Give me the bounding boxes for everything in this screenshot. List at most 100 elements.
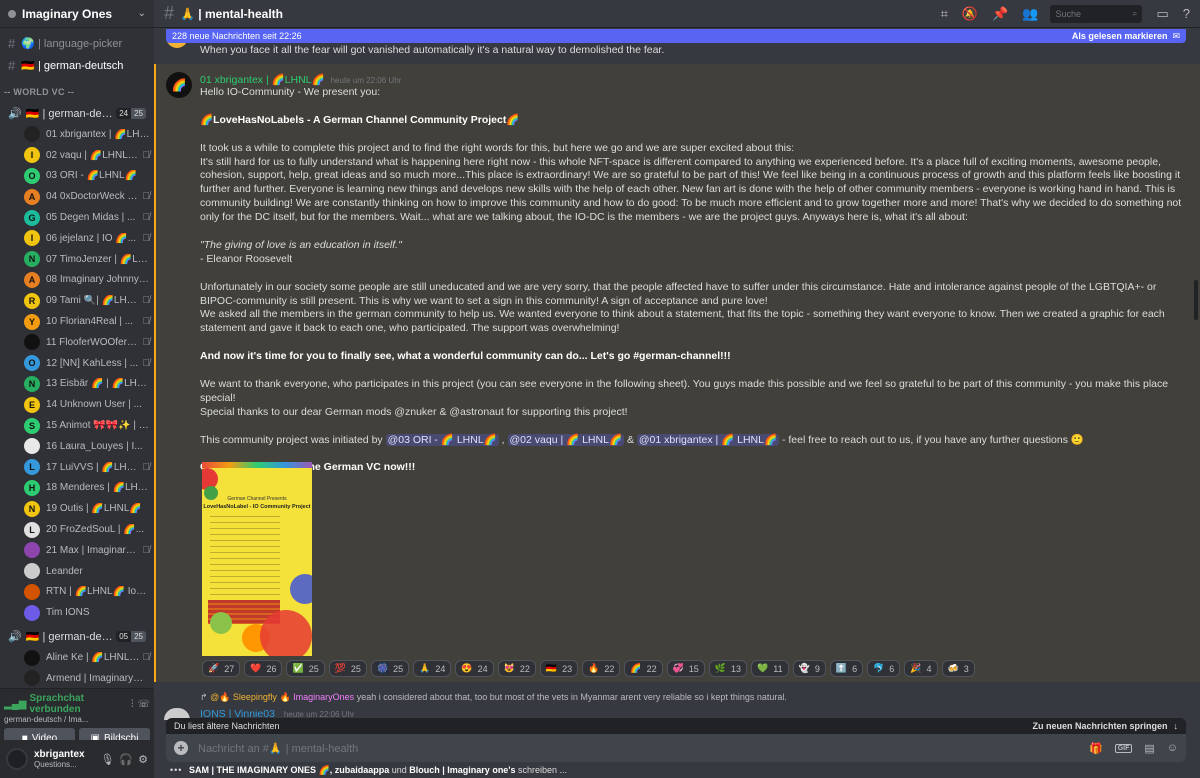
- server-header[interactable]: Imaginary Ones ⌄: [0, 0, 154, 28]
- category-world-vc[interactable]: -- WORLD VC --: [0, 82, 154, 102]
- reaction-button[interactable]: ❤️ 26: [244, 660, 283, 677]
- message-author[interactable]: 01 xbrigantex | 🌈LHNL🌈: [200, 73, 325, 86]
- avatar[interactable]: [24, 649, 40, 666]
- avatar[interactable]: [6, 748, 28, 770]
- avatar[interactable]: A: [24, 188, 40, 205]
- avatar[interactable]: O: [24, 355, 40, 372]
- disconnect-icon[interactable]: ☏: [137, 699, 150, 710]
- reaction-button[interactable]: 💞 15: [666, 660, 705, 677]
- mute-bell-icon[interactable]: 🔕: [962, 6, 978, 22]
- reply-reference[interactable]: ↱ @🔥 Sleepingfly 🔥 ImaginaryOnes yeah i …: [200, 692, 787, 703]
- reaction-button[interactable]: 🚀 27: [202, 660, 241, 677]
- reaction-button[interactable]: ⬆️ 6: [829, 660, 864, 677]
- voice-user[interactable]: 16 Laura_Louyes | I...: [0, 436, 154, 457]
- threads-icon[interactable]: ⌗: [941, 6, 948, 22]
- voice-user[interactable]: A 04 0xDoctorWeck | ... 🎙̸: [0, 186, 154, 207]
- arrow-down-icon[interactable]: ↓: [1174, 721, 1179, 731]
- voice-user[interactable]: Armend | ImaginaryOne ...: [0, 668, 154, 689]
- voice-user[interactable]: I 06 jejelanz | IO 🌈... 🎙̸: [0, 228, 154, 249]
- avatar[interactable]: H: [24, 479, 40, 496]
- user-mention[interactable]: @03 ORI - 🌈 LHNL🌈: [385, 433, 499, 446]
- avatar[interactable]: N: [24, 500, 40, 517]
- new-messages-bar[interactable]: 228 neue Nachrichten seit 22:26 Als gele…: [166, 29, 1186, 43]
- avatar[interactable]: N: [24, 251, 40, 268]
- channel-german-deutsch[interactable]: # 🇩🇪 | german-deutsch: [0, 54, 154, 76]
- jump-to-present-button[interactable]: Zu neuen Nachrichten springen: [1032, 721, 1167, 731]
- reaction-button[interactable]: 🌈 22: [624, 660, 663, 677]
- members-icon[interactable]: 👥: [1022, 6, 1038, 22]
- voice-user[interactable]: 01 xbrigantex | 🌈LHNL🌈: [0, 124, 154, 145]
- plus-icon[interactable]: +: [174, 741, 188, 755]
- reaction-button[interactable]: 🎉 4: [904, 660, 938, 677]
- voice-user[interactable]: G 05 Degen Midas | ... 🎙̸: [0, 207, 154, 228]
- avatar[interactable]: E: [24, 396, 40, 413]
- emoji-icon[interactable]: ☺: [1167, 742, 1178, 754]
- reaction-button[interactable]: 🙏 24: [413, 660, 452, 677]
- reaction-button[interactable]: 🐬 6: [867, 660, 901, 677]
- reaction-button[interactable]: 😻 22: [497, 660, 536, 677]
- voice-user[interactable]: E 14 Unknown User | ...: [0, 394, 154, 415]
- reaction-button[interactable]: 🔥 22: [582, 660, 621, 677]
- voice-user[interactable]: O 03 ORI - 🌈LHNL🌈: [0, 166, 154, 187]
- message-input[interactable]: Nachricht an #🙏 | mental-health: [198, 742, 1077, 755]
- older-messages-bar[interactable]: Du liest ältere Nachrichten Zu neuen Nac…: [166, 718, 1186, 734]
- avatar[interactable]: [24, 126, 40, 143]
- voice-user[interactable]: 11 FlooferWOOfer | ... 🎙̸: [0, 332, 154, 353]
- voice-user[interactable]: N 13 Eisbär 🌈 | 🌈LHNL🌈: [0, 374, 154, 395]
- channel-language-picker[interactable]: # 🌍 | language-picker: [0, 32, 154, 54]
- voice-user[interactable]: S 15 Animot 🎀🎀✨ | 🌈LH...: [0, 415, 154, 436]
- message-composer[interactable]: + Nachricht an #🙏 | mental-health 🎁 GIF …: [166, 734, 1186, 762]
- sticker-icon[interactable]: ▤: [1144, 742, 1154, 755]
- inbox-icon[interactable]: ▭: [1156, 6, 1168, 22]
- avatar[interactable]: 🌈: [166, 72, 192, 98]
- avatar[interactable]: [24, 542, 40, 559]
- avatar[interactable]: O: [24, 167, 40, 184]
- chevron-down-icon[interactable]: ⌄: [138, 8, 146, 19]
- voice-user[interactable]: Y 10 Florian4Real | ... 🎙̸: [0, 311, 154, 332]
- voice-user[interactable]: RTN | 🌈LHNL🌈 Ions 4 ...: [0, 582, 154, 603]
- avatar[interactable]: [24, 604, 40, 621]
- scrollbar[interactable]: [1194, 280, 1198, 320]
- voice-user[interactable]: Aline Ke | 🌈LHNL🌈 🎙̸: [0, 647, 154, 668]
- mark-as-read-button[interactable]: Als gelesen markieren: [1072, 31, 1168, 41]
- avatar[interactable]: G: [24, 209, 40, 226]
- reaction-button[interactable]: 👻 9: [792, 660, 826, 677]
- voice-user[interactable]: N 07 TimoJenzer | 🌈LHNL...: [0, 249, 154, 270]
- new-messages-count[interactable]: 228 neue Nachrichten seit 22:26: [172, 31, 1072, 41]
- voice-user[interactable]: Tim IONS: [0, 602, 154, 623]
- signal-icon[interactable]: ▂▄▆: [4, 699, 26, 710]
- reaction-button[interactable]: 🌿 13: [708, 660, 748, 677]
- voice-user[interactable]: O 12 [NN] KahLess | ... 🎙̸: [0, 353, 154, 374]
- reply-author[interactable]: @🔥 Sleepingfly: [210, 692, 277, 702]
- username[interactable]: xbrigantex: [34, 749, 95, 760]
- user-mention[interactable]: @01 xbrigantex | 🌈 LHNL🌈: [636, 433, 780, 446]
- voice-channel-german-2[interactable]: 🔊 🇩🇪 | german-deu... 05 25: [0, 625, 154, 647]
- gif-button[interactable]: GIF: [1114, 743, 1133, 753]
- reaction-button[interactable]: 🇩🇪 23: [539, 660, 579, 677]
- voice-user[interactable]: I 02 vaqu | 🌈LHNL🌈 🎙̸: [0, 145, 154, 166]
- avatar[interactable]: I: [24, 147, 40, 164]
- voice-user[interactable]: 21 Max | Imaginary ... 🎙̸: [0, 540, 154, 561]
- mark-read-icon[interactable]: ✉: [1172, 31, 1180, 42]
- avatar[interactable]: Y: [24, 313, 40, 330]
- avatar[interactable]: [24, 334, 40, 351]
- avatar[interactable]: [24, 583, 40, 600]
- noise-suppression-icon[interactable]: ⫶: [131, 699, 134, 710]
- avatar[interactable]: I: [24, 230, 40, 247]
- search-input[interactable]: Suche ⌕: [1050, 4, 1143, 23]
- avatar[interactable]: L: [24, 459, 40, 476]
- reaction-button[interactable]: 😍 24: [455, 660, 494, 677]
- voice-user[interactable]: L 20 FroZedSouL | 🌈...: [0, 519, 154, 540]
- headphones-icon[interactable]: 🎧: [119, 753, 133, 766]
- avatar[interactable]: [24, 438, 40, 455]
- voice-user[interactable]: R 09 Tami 🔍| 🌈LHN... 🎙̸: [0, 290, 154, 311]
- voice-user[interactable]: H 18 Menderes | 🌈LHNL🌈: [0, 478, 154, 499]
- reaction-button[interactable]: 💚 11: [751, 660, 789, 677]
- avatar[interactable]: R: [24, 292, 40, 309]
- user-mention[interactable]: @02 vaqu | 🌈 LHNL🌈: [507, 433, 625, 446]
- help-icon[interactable]: ?: [1183, 6, 1190, 21]
- microphone-icon[interactable]: 🎙: [100, 753, 114, 766]
- avatar[interactable]: N: [24, 375, 40, 392]
- reaction-button[interactable]: 🍻 3: [941, 660, 975, 677]
- avatar[interactable]: [24, 670, 40, 687]
